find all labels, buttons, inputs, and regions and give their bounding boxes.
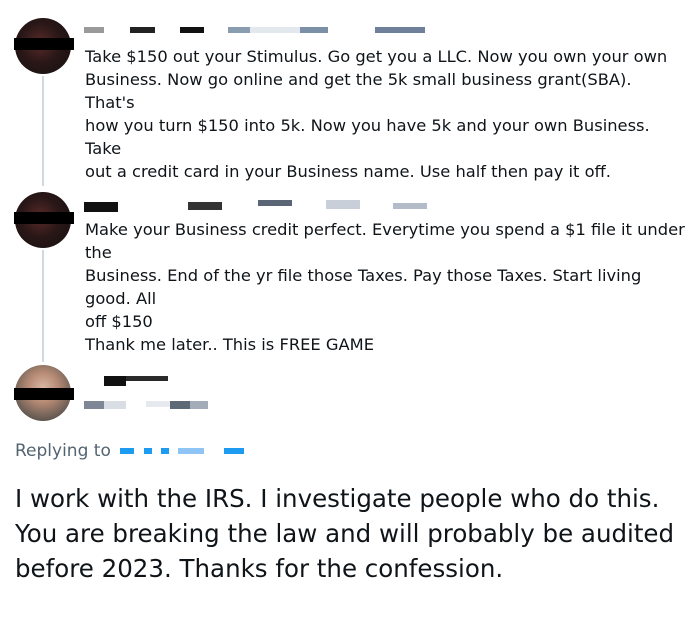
replying-to-label: Replying to (15, 441, 111, 461)
tweet-text: Take $150 out your Stimulus. Go get you … (85, 47, 668, 181)
replying-to-handle-blurred[interactable] (116, 441, 244, 461)
replying-to: Replying to (15, 441, 244, 461)
thread-connector-line (42, 76, 44, 186)
reply-text: I work with the IRS. I investigate peopl… (15, 484, 675, 583)
tweet-text: Make your Business credit perfect. Every… (85, 220, 685, 354)
censor-bar (14, 212, 74, 224)
censor-bar (14, 388, 74, 400)
censor-bar (14, 38, 74, 50)
thread-connector-line (42, 250, 44, 362)
